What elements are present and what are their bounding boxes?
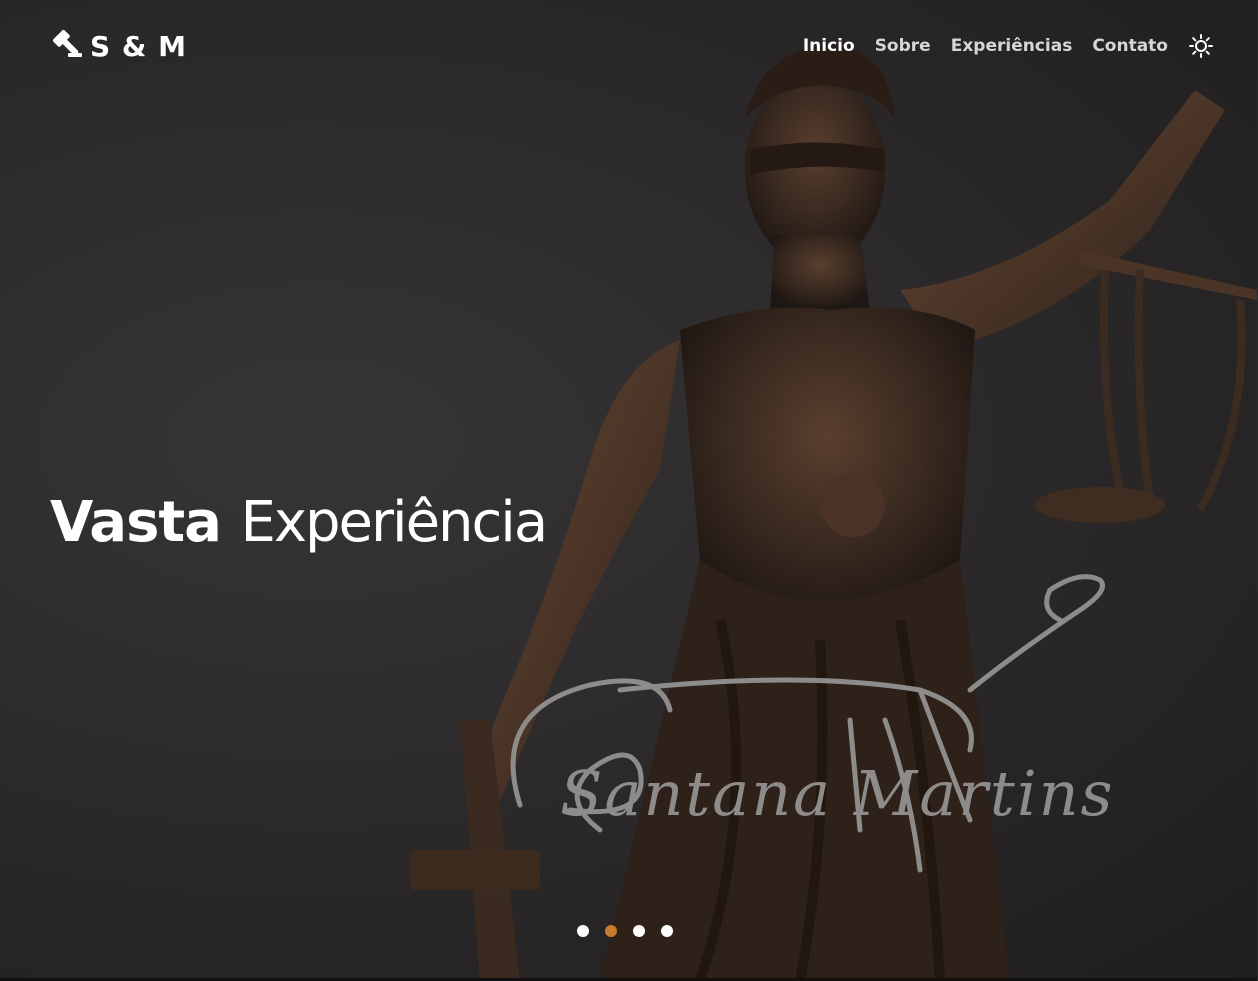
nav-links: Inicio Sobre Experiências Contato (803, 33, 1214, 59)
nav-item-contato[interactable]: Contato (1092, 36, 1168, 56)
carousel-dot-1[interactable] (577, 925, 589, 937)
gavel-icon (50, 27, 84, 66)
hero-section: Santana Martins S & M Inicio Sobre Exper… (0, 0, 1257, 981)
carousel-indicators (577, 925, 673, 937)
carousel-dot-3[interactable] (633, 925, 645, 937)
theme-toggle-button[interactable] (1188, 33, 1214, 59)
signature-logo: Santana Martins (510, 574, 1114, 873)
brand-logo[interactable]: S & M (50, 27, 187, 66)
carousel-dot-4[interactable] (661, 925, 673, 937)
nav-item-inicio[interactable]: Inicio (803, 36, 855, 56)
hero-headline: Vasta Experiência (50, 490, 548, 556)
headline-bold: Vasta (50, 490, 222, 555)
headline-light: Experiência (240, 490, 548, 555)
sun-icon (1189, 34, 1213, 58)
navbar: S & M Inicio Sobre Experiências Contato (0, 0, 1257, 92)
nav-item-experiencias[interactable]: Experiências (951, 36, 1073, 56)
signature-text: Santana Martins (560, 757, 1114, 830)
nav-item-sobre[interactable]: Sobre (875, 36, 931, 56)
brand-name: S & M (90, 29, 187, 63)
carousel-dot-2[interactable] (605, 925, 617, 937)
